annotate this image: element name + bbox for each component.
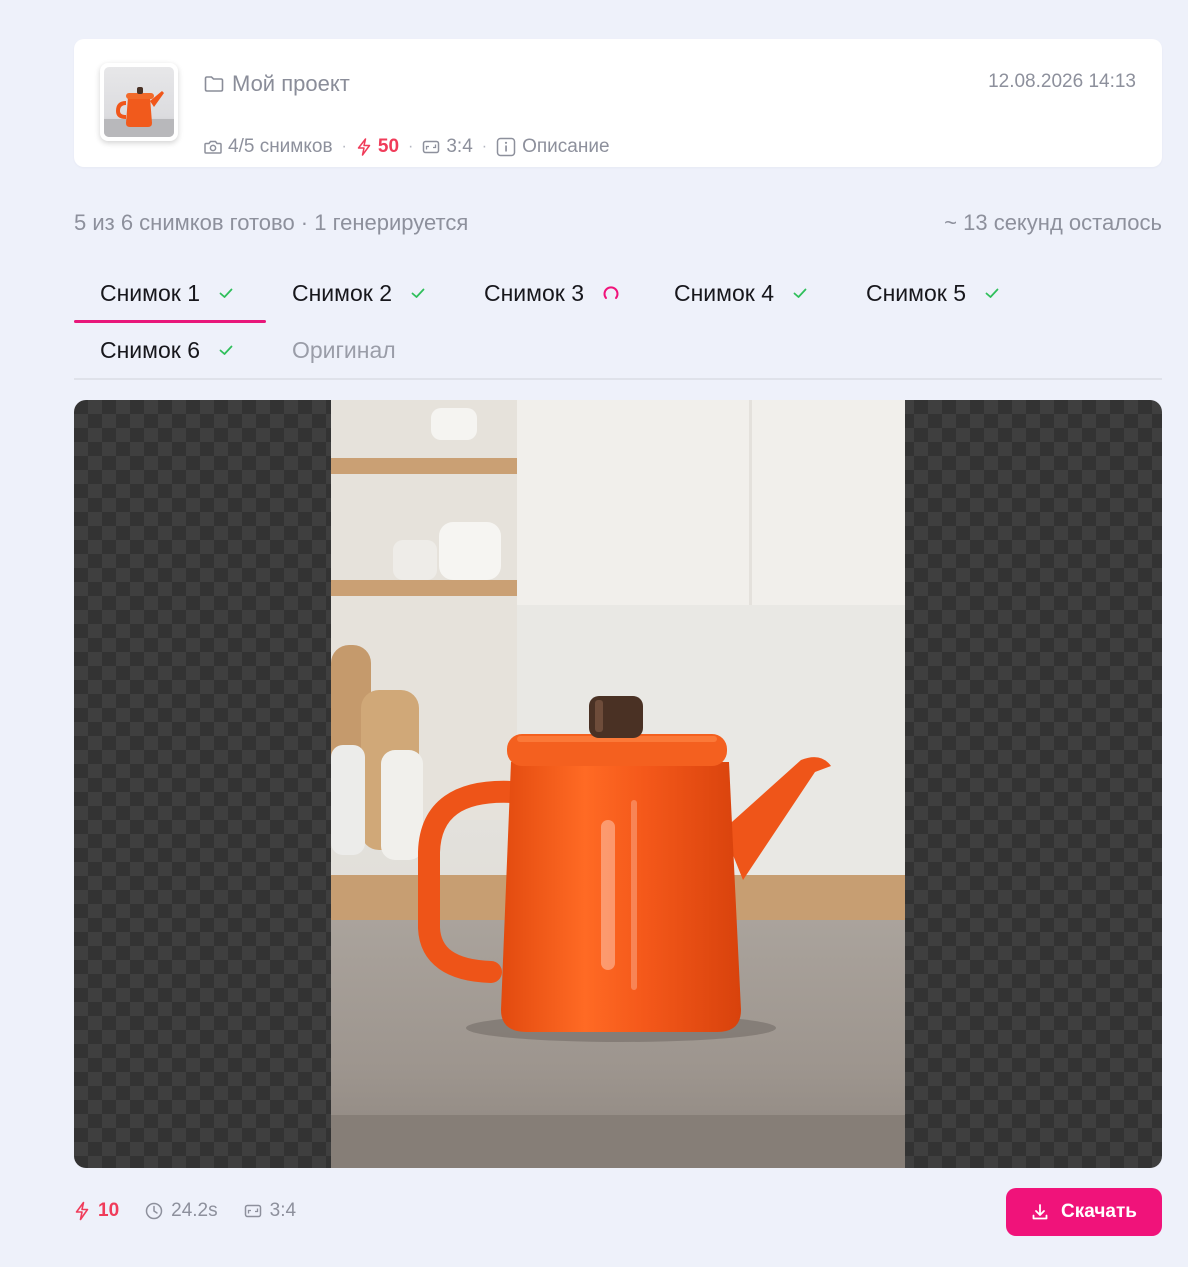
- meta-separator: ·: [341, 138, 347, 155]
- tab-shot-4[interactable]: Снимок 4: [648, 264, 808, 322]
- shot-tabs: Снимок 1 Снимок 2 Снимок 3 Снимок 4 Сним…: [74, 262, 1162, 380]
- tab-shot-2[interactable]: Снимок 2: [266, 264, 426, 322]
- description-link[interactable]: Описание: [496, 136, 610, 158]
- meta-separator: ·: [408, 138, 414, 155]
- time-remaining: ~ 13 секунд осталось: [944, 210, 1162, 235]
- loading-spinner-icon: [603, 286, 619, 299]
- project-card: Мой проект 4/5 снимков · 50 · 3:4 · Опис…: [74, 39, 1162, 167]
- shot-footer: 10 24.2s 3:4: [74, 1194, 296, 1228]
- aspect-ratio-icon: [244, 1204, 261, 1218]
- project-thumbnail[interactable]: [100, 63, 178, 141]
- tab-shot-3[interactable]: Снимок 3: [458, 264, 620, 322]
- info-icon: [496, 137, 516, 157]
- meta-separator: ·: [481, 138, 488, 155]
- tab-shot-5[interactable]: Снимок 5: [840, 264, 1000, 322]
- check-icon: [219, 345, 233, 355]
- project-title-text: Мой проект: [232, 71, 350, 96]
- camera-icon: [204, 140, 222, 154]
- download-button[interactable]: Скачать: [1006, 1188, 1162, 1236]
- project-title[interactable]: Мой проект: [204, 69, 350, 99]
- lightning-icon: [357, 138, 371, 156]
- project-date: 12.08.2026 14:13: [988, 71, 1136, 92]
- shot-credits: 10: [74, 1200, 119, 1222]
- check-icon: [793, 288, 807, 298]
- shots-count: 4/5 снимков: [204, 136, 333, 158]
- check-icon: [219, 288, 233, 298]
- project-ratio: 3:4: [422, 136, 473, 158]
- image-viewer[interactable]: [74, 400, 1162, 1168]
- clock-icon: [145, 1202, 163, 1220]
- shot-ratio: 3:4: [244, 1200, 296, 1222]
- tab-shot-6[interactable]: Снимок 6: [74, 321, 234, 379]
- shot-time: 24.2s: [145, 1200, 218, 1222]
- project-credits: 50: [356, 136, 399, 158]
- check-icon: [985, 288, 999, 298]
- generation-progress: 5 из 6 снимков готово · 1 генерируется: [74, 210, 469, 235]
- download-icon: [1032, 1204, 1048, 1220]
- teapot-thumbnail-image: [104, 67, 174, 137]
- project-meta: 4/5 снимков · 50 · 3:4 · Описание: [204, 136, 610, 158]
- check-icon: [411, 288, 425, 298]
- aspect-ratio-icon: [423, 140, 440, 154]
- generated-shot-image: [331, 400, 905, 1168]
- folder-icon: [204, 76, 224, 92]
- lightning-icon: [75, 1201, 89, 1221]
- tab-original[interactable]: Оригинал: [266, 321, 396, 379]
- tab-shot-1[interactable]: Снимок 1: [74, 264, 266, 323]
